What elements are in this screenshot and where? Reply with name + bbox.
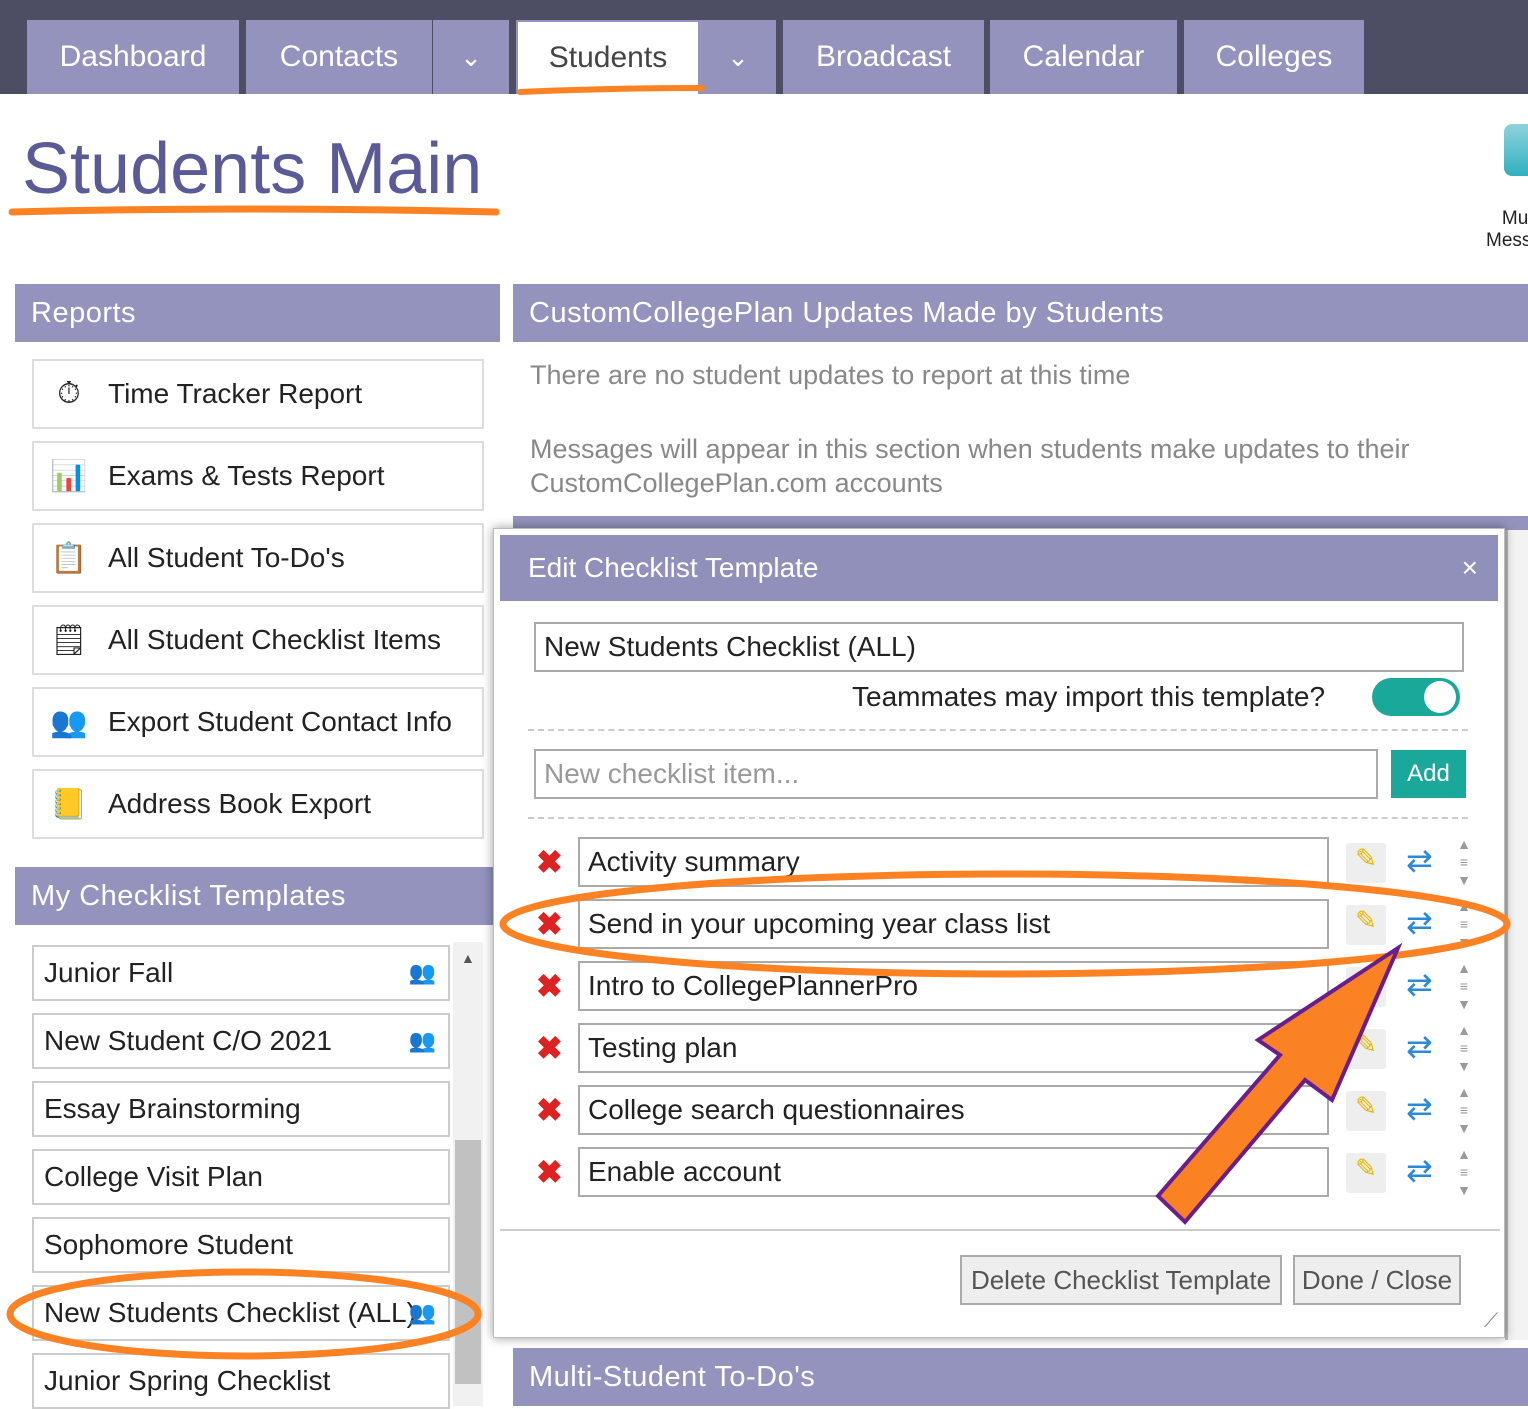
highlight-ellipse: [499, 870, 1511, 978]
annotation-overlay: [6, 85, 1511, 1360]
highlight-ellipse: [6, 1268, 482, 1360]
arrow-annotation: [1155, 942, 1403, 1225]
students-tab-underline: [517, 85, 705, 95]
title-underline: [8, 205, 500, 216]
